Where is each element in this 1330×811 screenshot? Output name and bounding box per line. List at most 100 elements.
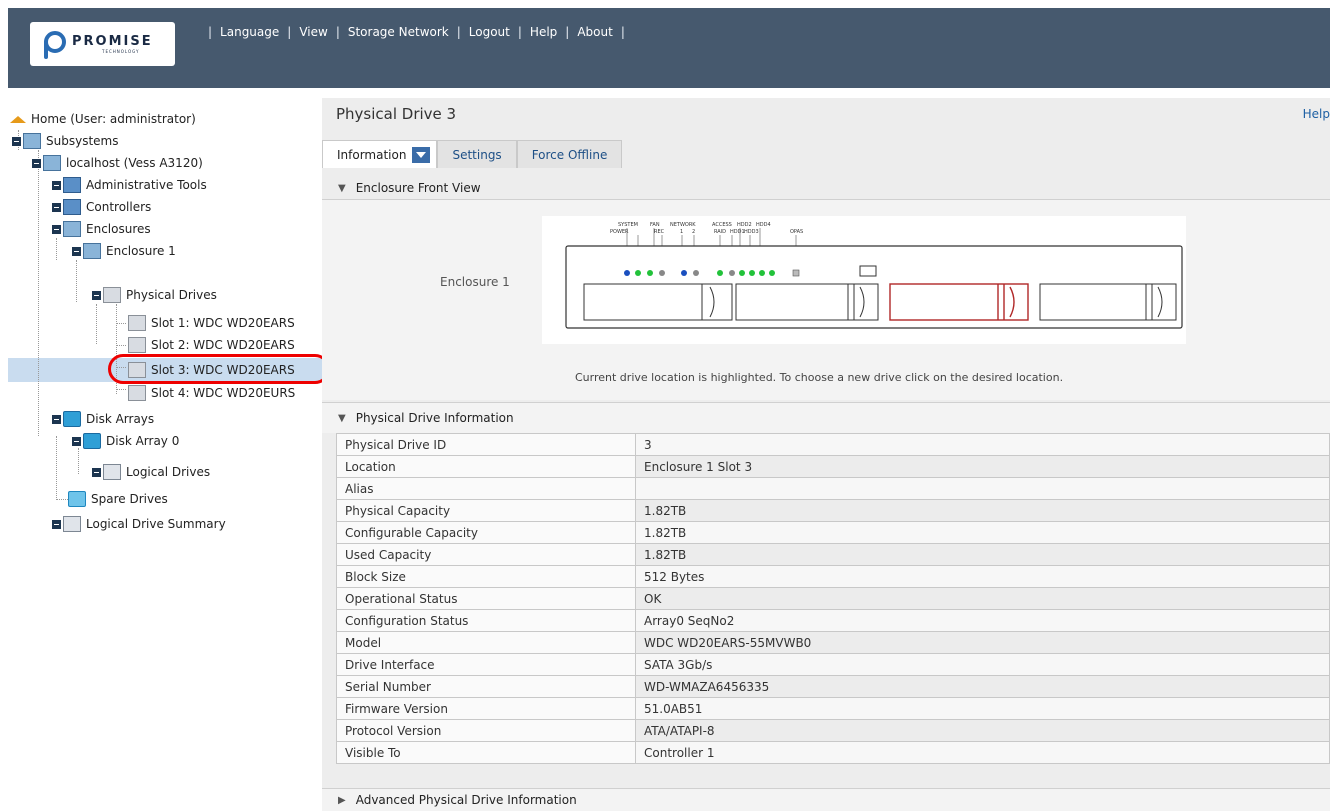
enclosure-label: Enclosure 1 (440, 275, 510, 289)
label-rec: REC (654, 229, 665, 235)
help-link[interactable]: Help (1303, 107, 1330, 121)
tree-item-enclosure-1[interactable]: Enclosure 1 (72, 240, 176, 262)
label-fan: FAN (650, 222, 660, 228)
dropdown-arrow-icon[interactable] (412, 146, 431, 163)
expand-icon[interactable] (52, 202, 61, 212)
field-value: OK (635, 587, 1330, 610)
tab-information[interactable]: Information (322, 140, 438, 168)
tree-item-label: Slot 4: WDC WD20EURS (151, 386, 296, 400)
collapse-icon[interactable] (52, 224, 61, 234)
tree-item-logical-drive-summary[interactable]: Logical Drive Summary (52, 513, 226, 535)
tools-icon (63, 177, 81, 193)
table-row: Model WDC WD20EARS-55MVWB0 (336, 631, 1330, 654)
tree-item-physical-drives[interactable]: Physical Drives (92, 284, 217, 306)
field-label: Serial Number (336, 675, 636, 698)
field-label: Location (336, 455, 636, 478)
table-row: Drive Interface SATA 3Gb/s (336, 653, 1330, 676)
advanced-physical-drive-information-header[interactable]: ▶ Advanced Physical Drive Information (322, 790, 1330, 810)
nav-about[interactable]: About (577, 25, 612, 39)
field-label: Operational Status (336, 587, 636, 610)
table-row: Location Enclosure 1 Slot 3 (336, 455, 1330, 478)
tree-item-subsystems[interactable]: Subsystems (12, 130, 118, 152)
label-hdd3: HDD3 (744, 229, 759, 235)
tree-item-administrative-tools[interactable]: Administrative Tools (52, 174, 207, 196)
field-label: Configuration Status (336, 609, 636, 632)
collapse-icon[interactable] (72, 246, 81, 256)
field-value: ATA/ATAPI-8 (635, 719, 1330, 742)
tree-item-label: localhost (Vess A3120) (66, 156, 203, 170)
tab-force-offline[interactable]: Force Offline (516, 140, 623, 168)
collapse-icon[interactable] (92, 290, 101, 300)
tree-item-slot-4[interactable]: Slot 4: WDC WD20EURS (128, 382, 295, 404)
subsystem-icon (23, 133, 41, 149)
label-hdd1: HDD1 (730, 229, 745, 235)
collapse-icon[interactable] (72, 436, 81, 446)
physical-drive-info-table: Physical Drive ID 3 Location Enclosure 1 Sl… (336, 433, 1330, 764)
section-title: Physical Drive Information (355, 411, 514, 425)
tree-item-disk-arrays[interactable]: Disk Arrays (52, 408, 154, 430)
tree-item-label: Slot 2: WDC WD20EARS (151, 338, 295, 352)
enclosure-front-panel[interactable]: SYSTEM POWER FAN REC NETWORK 1 2 ACCESS … (542, 216, 1186, 344)
enclosure-icon (83, 243, 101, 259)
tree-item-slot-2[interactable]: Slot 2: WDC WD20EARS (128, 334, 295, 356)
table-row: Visible To Controller 1 (336, 741, 1330, 764)
logo-subtext: TECHNOLOGY (102, 48, 140, 54)
field-label: Firmware Version (336, 697, 636, 720)
label-power: POWER (610, 229, 629, 235)
field-label: Model (336, 631, 636, 654)
nav-language[interactable]: Language (220, 25, 279, 39)
tree-item-label: Enclosures (86, 222, 151, 236)
field-label: Protocol Version (336, 719, 636, 742)
home-icon (10, 115, 26, 123)
tab-settings[interactable]: Settings (437, 140, 517, 168)
field-value: 51.0AB51 (635, 697, 1330, 720)
label-net-1: 1 (680, 229, 683, 235)
nav-help[interactable]: Help (530, 25, 557, 39)
nav-logout[interactable]: Logout (469, 25, 510, 39)
tree-item-spare-drives[interactable]: Spare Drives (68, 488, 168, 510)
spare-drive-icon (68, 491, 86, 507)
drive-carrier-slot-2 (735, 283, 879, 321)
field-value: WD-WMAZA6456335 (635, 675, 1330, 698)
collapse-icon[interactable] (52, 414, 61, 424)
field-label: Physical Capacity (336, 499, 636, 522)
field-value: WDC WD20EARS-55MVWB0 (635, 631, 1330, 654)
logo-name: PROMISE (72, 33, 153, 49)
promise-logo[interactable]: PROMISE TECHNOLOGY (30, 22, 175, 66)
tree-item-enclosures[interactable]: Enclosures (52, 218, 151, 240)
expand-icon[interactable] (52, 180, 61, 190)
drive-icon (128, 337, 146, 353)
tree-item-slot-1[interactable]: Slot 1: WDC WD20EARS (128, 312, 295, 334)
label-hdd2: HDD2 (737, 222, 752, 228)
tree-item-localhost[interactable]: localhost (Vess A3120) (32, 152, 203, 174)
expand-icon[interactable] (92, 467, 101, 477)
tree-item-label: Enclosure 1 (106, 244, 176, 258)
tree-item-disk-array-0[interactable]: Disk Array 0 (72, 430, 179, 452)
enclosure-front-view-header[interactable]: ▼ Enclosure Front View (322, 174, 1330, 202)
expand-triangle-icon: ▶ (338, 794, 346, 806)
field-value: Array0 SeqNo2 (635, 609, 1330, 632)
physical-drive-information-header[interactable]: ▼ Physical Drive Information (322, 404, 1330, 432)
tree-item-logical-drives[interactable]: Logical Drives (92, 461, 210, 483)
tree-item-label: Logical Drives (126, 465, 211, 479)
collapse-icon[interactable] (12, 136, 21, 146)
main-panel: Physical Drive 3 Help Information Settin… (322, 98, 1330, 811)
field-label: Configurable Capacity (336, 521, 636, 544)
drive-carrier-slot-3-highlighted (889, 283, 1029, 321)
summary-icon (63, 516, 81, 532)
collapse-icon[interactable] (32, 158, 41, 168)
field-value: 1.82TB (635, 499, 1330, 522)
tree-item-controllers[interactable]: Controllers (52, 196, 151, 218)
nav-view[interactable]: View (299, 25, 327, 39)
disk-array-icon (83, 433, 101, 449)
expand-icon[interactable] (52, 519, 61, 529)
tree-item-home[interactable]: Home (User: administrator) (10, 108, 196, 130)
collapse-triangle-icon: ▼ (338, 412, 346, 424)
drive-icon (128, 385, 146, 401)
tree-item-label: Spare Drives (91, 492, 168, 506)
nav-storage-network[interactable]: Storage Network (348, 25, 449, 39)
table-row: Alias (336, 477, 1330, 500)
drive-icon (128, 315, 146, 331)
selection-callout-oval (108, 354, 330, 384)
table-row: Block Size 512 Bytes (336, 565, 1330, 588)
